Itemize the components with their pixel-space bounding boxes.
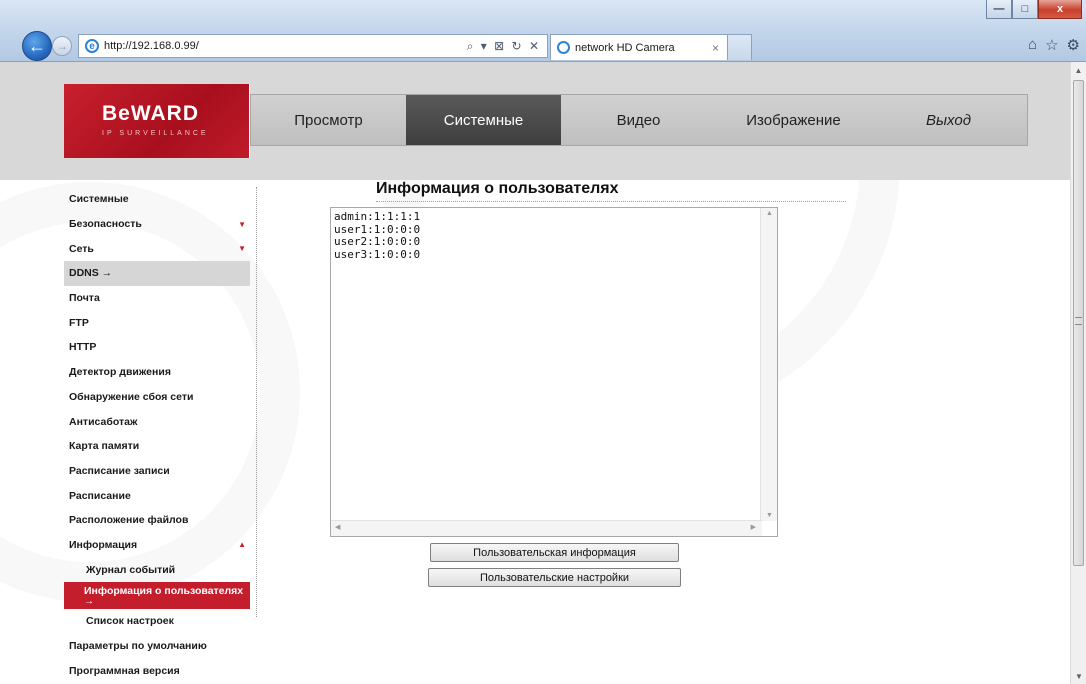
user-line: user2:1:0:0:0 (334, 235, 421, 248)
sidebar-item-motion-detector[interactable]: Детектор движения (64, 360, 250, 385)
sidebar-item-memory-card[interactable]: Карта памяти (64, 434, 250, 459)
scroll-left-icon[interactable]: ◀ (335, 523, 340, 531)
sidebar-item-record-schedule[interactable]: Расписание записи (64, 459, 250, 484)
sidebar-item-http[interactable]: HTTP (64, 335, 250, 360)
sidebar-item-label: Детектор движения (69, 366, 171, 379)
user-line: admin:1:1:1:1 (334, 210, 421, 223)
scrollbar-grip-icon (1075, 317, 1082, 325)
maximize-button[interactable]: □ (1012, 0, 1038, 19)
scroll-right-icon[interactable]: ▶ (751, 523, 756, 531)
sidebar-item-network[interactable]: Сеть ▼ (64, 236, 250, 261)
sidebar-item-schedule[interactable]: Расписание (64, 483, 250, 508)
user-info-textarea[interactable]: admin:1:1:1:1 user1:1:0:0:0 user2:1:0:0:… (330, 207, 778, 537)
address-bar[interactable]: e http://192.168.0.99/ ⌕ ▾ ⊠ ↻ ✕ (78, 34, 548, 58)
scroll-up-icon[interactable]: ▲ (1071, 62, 1086, 78)
beward-logo: BeWARD IP SURVEILLANCE (64, 84, 250, 158)
expand-down-icon: ▼ (238, 219, 246, 229)
user-settings-button[interactable]: Пользовательские настройки (428, 568, 681, 587)
user-line: user3:1:0:0:0 (334, 247, 421, 261)
sidebar-divider (256, 187, 257, 617)
close-window-button[interactable]: x (1038, 0, 1082, 19)
tab-ie-icon (557, 41, 570, 54)
gear-icon[interactable]: ⚙ (1067, 36, 1080, 54)
sidebar-item-label: DDNS → (69, 267, 113, 280)
nav-video[interactable]: Видео (561, 95, 716, 145)
sidebar-item-label: Расписание (69, 489, 131, 502)
scroll-up-icon[interactable]: ▲ (761, 210, 778, 217)
sidebar-item-label: Параметры по умолчанию (69, 640, 207, 653)
browser-tab[interactable]: network HD Camera × (550, 34, 728, 60)
sidebar-item-label: FTP (69, 316, 89, 329)
arrow-right-icon: → (84, 595, 94, 607)
forward-button[interactable]: → (52, 36, 72, 56)
textarea-horizontal-scrollbar[interactable]: ◀ ▶ (331, 520, 762, 536)
sidebar-item-label: Антисаботаж (69, 415, 138, 428)
sidebar-item-label: Почта (69, 292, 100, 305)
url-text[interactable]: http://192.168.0.99/ (104, 40, 467, 52)
user-info-button[interactable]: Пользовательская информация (430, 543, 679, 562)
nav-system[interactable]: Системные (406, 95, 561, 145)
sidebar-item-mail[interactable]: Почта (64, 286, 250, 311)
sidebar-item-defaults[interactable]: Параметры по умолчанию (64, 634, 250, 659)
expand-down-icon: ▼ (238, 244, 246, 254)
sidebar-item-file-location[interactable]: Расположение файлов (64, 508, 250, 533)
sidebar-item-label: Расположение файлов (69, 514, 189, 527)
sidebar-item-settings-list[interactable]: Список настроек (64, 609, 250, 634)
user-lines: admin:1:1:1:1 user1:1:0:0:0 user2:1:0:0:… (334, 210, 421, 261)
sidebar-item-information[interactable]: Информация ▲ (64, 533, 250, 558)
sidebar-item-firmware-version[interactable]: Программная версия (64, 658, 250, 683)
window-controls: — □ x (986, 0, 1082, 19)
sidebar-item-label: Информация о пользователях (84, 584, 244, 597)
sidebar-item-ddns[interactable]: DDNS → (64, 261, 250, 286)
sidebar-item-label: Информация (69, 538, 138, 551)
collapse-up-icon: ▲ (238, 540, 246, 550)
logo-subtitle: IP SURVEILLANCE (102, 130, 209, 137)
sidebar-item-label: Список настроек (86, 615, 174, 628)
nav-image[interactable]: Изображение (716, 95, 871, 145)
textarea-vertical-scrollbar[interactable]: ▲ ▼ (760, 208, 777, 521)
sidebar-item-label: Системные (69, 193, 129, 206)
minimize-button[interactable]: — (986, 0, 1012, 19)
sidebar-item-label: Безопасность (69, 218, 142, 231)
browser-toolbar-icons: ⌂ ☆ ⚙ (1028, 36, 1080, 54)
sidebar-item-label: HTTP (69, 341, 97, 354)
top-navigation: Просмотр Системные Видео Изображение Вых… (250, 94, 1028, 146)
home-icon[interactable]: ⌂ (1028, 36, 1037, 54)
scroll-down-icon[interactable]: ▼ (1071, 668, 1086, 684)
favorites-icon[interactable]: ☆ (1045, 36, 1058, 54)
nav-view[interactable]: Просмотр (251, 95, 406, 145)
title-divider (376, 201, 846, 202)
sidebar-item-ftp[interactable]: FTP (64, 310, 250, 335)
sidebar-item-label: Карта памяти (69, 440, 140, 453)
sidebar: Системные Безопасность ▼ Сеть ▼ DDNS → Поч… (64, 187, 250, 683)
sidebar-item-label: Журнал событий (86, 563, 176, 576)
logo-text: BeWARD (102, 102, 200, 125)
sidebar-item-tamper[interactable]: Антисаботаж (64, 409, 250, 434)
sidebar-item-network-failure[interactable]: Обнаружение сбоя сети (64, 385, 250, 410)
back-button[interactable]: ← (22, 31, 52, 61)
scroll-down-icon[interactable]: ▼ (761, 512, 778, 519)
nav-exit[interactable]: Выход (871, 95, 1026, 145)
browser-chrome: — □ x ← → e http://192.168.0.99/ ⌕ ▾ ⊠ ↻… (0, 0, 1086, 62)
page-title: Информация о пользователях (376, 180, 619, 197)
sidebar-item-label: Сеть (69, 242, 94, 255)
sidebar-item-label: Обнаружение сбоя сети (69, 390, 194, 403)
sidebar-item-system[interactable]: Системные (64, 187, 250, 212)
tab-close-icon[interactable]: × (712, 41, 727, 55)
sidebar-item-event-log[interactable]: Журнал событий (64, 557, 250, 582)
tab-title: network HD Camera (575, 41, 675, 54)
address-tools[interactable]: ⌕ ▾ ⊠ ↻ ✕ (467, 39, 547, 54)
page-viewport: BeWARD IP SURVEILLANCE Просмотр Системны… (0, 62, 1070, 684)
sidebar-item-label: Программная версия (69, 664, 180, 677)
page-vertical-scrollbar[interactable]: ▲ ▼ (1070, 62, 1086, 684)
ie-icon: e (85, 39, 99, 53)
sidebar-item-label: Расписание записи (69, 464, 170, 477)
sidebar-item-security[interactable]: Безопасность ▼ (64, 212, 250, 237)
new-tab-button[interactable] (728, 34, 752, 60)
sidebar-item-user-info[interactable]: Информация о пользователях → (64, 582, 250, 609)
